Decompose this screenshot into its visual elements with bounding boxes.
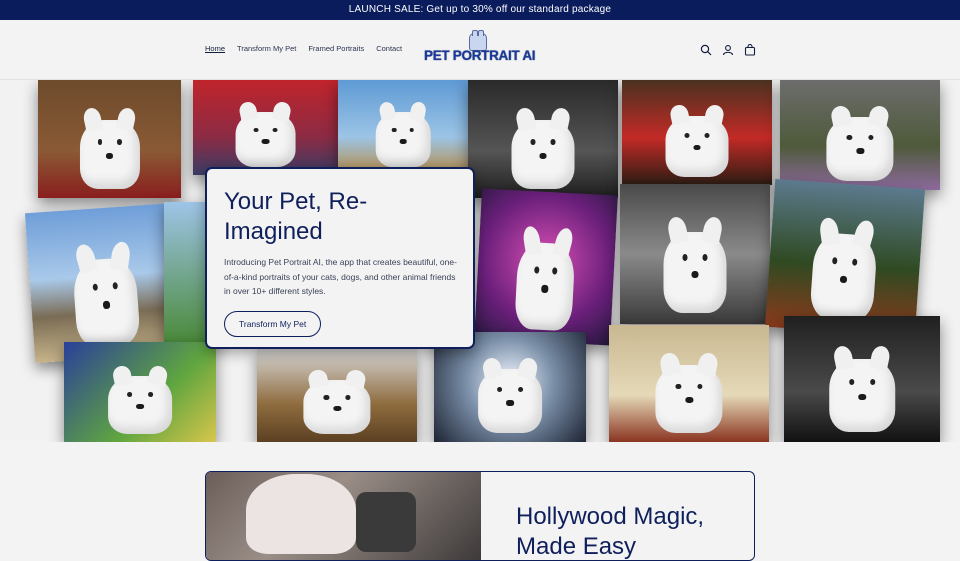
nav-contact[interactable]: Contact <box>376 44 402 53</box>
search-icon[interactable] <box>700 43 712 56</box>
hero-title: Your Pet, Re-Imagined <box>224 188 368 245</box>
announcement-text: LAUNCH SALE: Get up to 30% off our stand… <box>348 4 612 15</box>
portrait-tile <box>257 348 417 442</box>
feature-title: Hollywood Magic, Made Easy <box>516 503 705 560</box>
announcement-bar: LAUNCH SALE: Get up to 30% off our stand… <box>0 0 960 20</box>
portrait-tile <box>780 80 940 190</box>
hero-card: Your Pet, Re-Imagined Introducing Pet Po… <box>205 167 475 349</box>
hero-description: Introducing Pet Portrait AI, the app tha… <box>224 257 457 296</box>
portrait-tile <box>24 202 186 364</box>
portrait-tile <box>474 188 618 346</box>
portrait-tile <box>38 80 181 198</box>
site-logo[interactable]: PET PORTRAIT AI <box>424 48 536 63</box>
main-nav: Home Transform My Pet Framed Portraits C… <box>205 44 402 53</box>
portrait-tile <box>765 178 925 338</box>
nav-framed-portraits[interactable]: Framed Portraits <box>308 44 364 53</box>
portrait-tile <box>622 80 772 185</box>
portrait-tile <box>338 80 468 175</box>
portrait-tile <box>784 316 940 442</box>
feature-section: Hollywood Magic, Made Easy <box>205 471 755 561</box>
portrait-tile <box>193 80 338 175</box>
nav-transform-my-pet[interactable]: Transform My Pet <box>237 44 296 53</box>
header-icons <box>700 43 756 56</box>
account-icon[interactable] <box>722 43 734 56</box>
transform-my-pet-button[interactable]: Transform My Pet <box>224 310 322 337</box>
portrait-tile <box>620 184 770 324</box>
hero-collage: Your Pet, Re-Imagined Introducing Pet Po… <box>0 80 960 442</box>
portrait-tile <box>468 80 618 198</box>
site-header: Home Transform My Pet Framed Portraits C… <box>0 20 960 80</box>
feature-image <box>206 472 481 560</box>
portrait-tile <box>609 325 769 442</box>
cart-icon[interactable] <box>744 43 756 56</box>
portrait-tile <box>64 342 216 442</box>
nav-home[interactable]: Home <box>205 44 225 53</box>
